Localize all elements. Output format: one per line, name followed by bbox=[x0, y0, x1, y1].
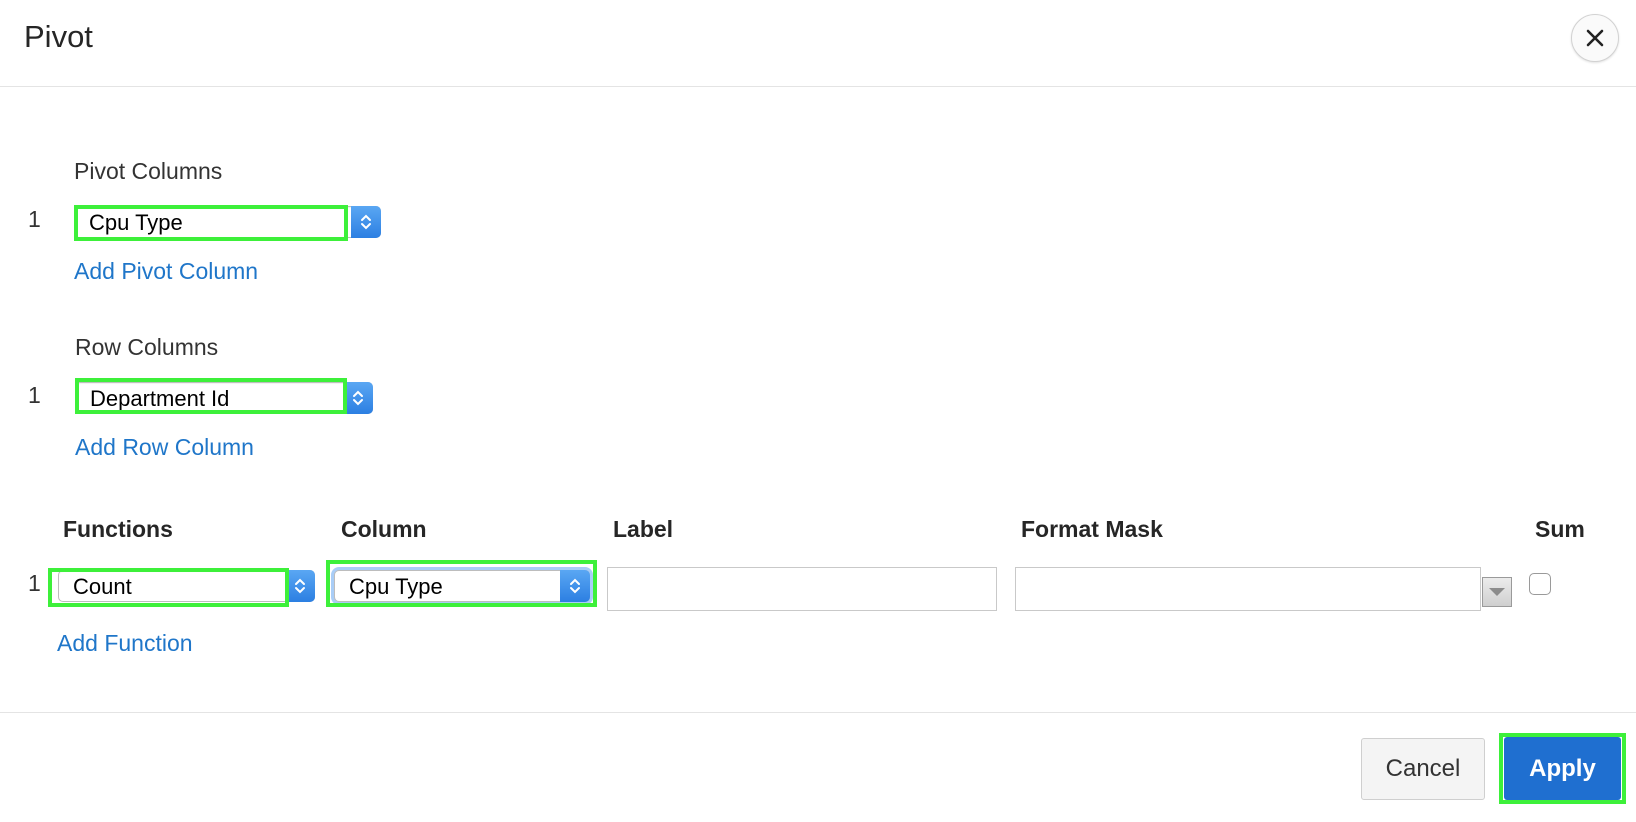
highlight-frame bbox=[1499, 733, 1626, 804]
pivot-columns-label: Pivot Columns bbox=[74, 158, 223, 184]
highlight-frame bbox=[74, 205, 348, 241]
close-button[interactable] bbox=[1571, 14, 1619, 62]
sum-header: Sum bbox=[1535, 516, 1585, 542]
cancel-button[interactable]: Cancel bbox=[1361, 738, 1485, 800]
label-header: Label bbox=[613, 516, 674, 542]
select-arrows-icon bbox=[351, 206, 381, 238]
column-header: Column bbox=[341, 516, 427, 542]
format-mask-input[interactable] bbox=[1015, 567, 1481, 611]
dialog-header bbox=[0, 0, 1636, 87]
add-row-column-link[interactable]: Add Row Column bbox=[75, 434, 254, 461]
chevron-down-icon bbox=[1489, 588, 1505, 596]
highlight-frame bbox=[75, 378, 347, 414]
function-row-number: 1 bbox=[28, 570, 41, 596]
add-pivot-column-link[interactable]: Add Pivot Column bbox=[74, 258, 258, 285]
highlight-frame bbox=[48, 568, 289, 607]
select-arrows-icon bbox=[285, 570, 315, 602]
add-function-link[interactable]: Add Function bbox=[57, 630, 193, 657]
select-arrows-icon bbox=[343, 382, 373, 414]
row-column-row-number: 1 bbox=[28, 382, 41, 408]
format-mask-header: Format Mask bbox=[1021, 516, 1163, 542]
close-icon bbox=[1586, 29, 1604, 47]
pivot-column-row-number: 1 bbox=[28, 206, 41, 232]
format-mask-dropdown-button[interactable] bbox=[1482, 577, 1512, 607]
footer-divider bbox=[0, 712, 1636, 713]
highlight-frame bbox=[326, 560, 597, 607]
function-label-input[interactable] bbox=[607, 567, 997, 611]
dialog-title: Pivot bbox=[24, 19, 93, 54]
functions-header: Functions bbox=[63, 516, 173, 542]
row-columns-label: Row Columns bbox=[75, 334, 219, 360]
sum-checkbox[interactable] bbox=[1529, 573, 1551, 595]
